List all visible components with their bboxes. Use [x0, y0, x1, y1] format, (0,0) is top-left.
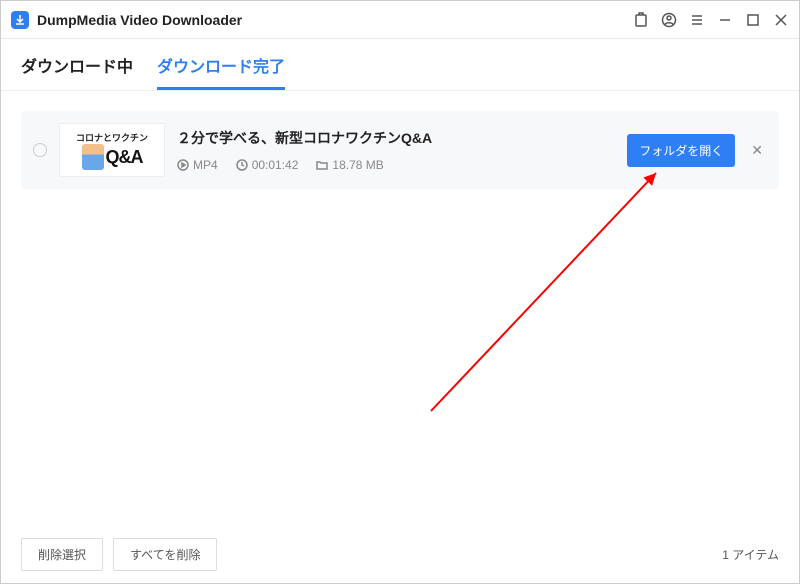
titlebar: DumpMedia Video Downloader	[1, 1, 799, 39]
size-meta: 18.78 MB	[316, 158, 383, 172]
titlebar-controls	[633, 12, 789, 28]
remove-item-icon[interactable]: ✕	[747, 142, 767, 159]
format-text: MP4	[193, 158, 218, 172]
app-title: DumpMedia Video Downloader	[37, 12, 633, 28]
item-count: 1 アイテム	[722, 546, 779, 563]
thumb-qa: Q&A	[106, 148, 143, 166]
item-info: ２分で学べる、新型コロナワクチンQ&A MP4 00:01:42 18.78 M…	[177, 128, 615, 172]
close-icon[interactable]	[773, 12, 789, 28]
tabs: ダウンロード中 ダウンロード完了	[1, 39, 799, 91]
user-icon[interactable]	[661, 12, 677, 28]
folder-icon	[316, 159, 328, 171]
annotation-arrow-icon	[401, 161, 681, 421]
size-text: 18.78 MB	[332, 158, 383, 172]
duration-text: 00:01:42	[252, 158, 299, 172]
footer: 削除選択 すべてを削除 1 アイテム	[1, 526, 799, 583]
tab-completed[interactable]: ダウンロード完了	[157, 53, 285, 90]
delete-selected-button[interactable]: 削除選択	[21, 538, 103, 571]
format-meta: MP4	[177, 158, 218, 172]
item-meta: MP4 00:01:42 18.78 MB	[177, 158, 615, 172]
content-area: コロナとワクチン Q&A ２分で学べる、新型コロナワクチンQ&A MP4 00:…	[1, 91, 799, 526]
item-title: ２分で学べる、新型コロナワクチンQ&A	[177, 128, 615, 148]
thumb-text: コロナとワクチン	[76, 131, 148, 144]
select-radio[interactable]	[33, 143, 47, 157]
minimize-icon[interactable]	[717, 12, 733, 28]
delete-all-button[interactable]: すべてを削除	[113, 538, 217, 571]
video-thumbnail: コロナとワクチン Q&A	[59, 123, 165, 177]
tab-downloading[interactable]: ダウンロード中	[21, 53, 133, 90]
clipboard-icon[interactable]	[633, 12, 649, 28]
clock-icon	[236, 159, 248, 171]
thumb-image-icon	[82, 144, 104, 170]
app-logo-icon	[11, 11, 29, 29]
menu-icon[interactable]	[689, 12, 705, 28]
maximize-icon[interactable]	[745, 12, 761, 28]
download-item: コロナとワクチン Q&A ２分で学べる、新型コロナワクチンQ&A MP4 00:…	[21, 111, 779, 189]
duration-meta: 00:01:42	[236, 158, 299, 172]
open-folder-button[interactable]: フォルダを開く	[627, 134, 735, 167]
play-icon	[177, 159, 189, 171]
